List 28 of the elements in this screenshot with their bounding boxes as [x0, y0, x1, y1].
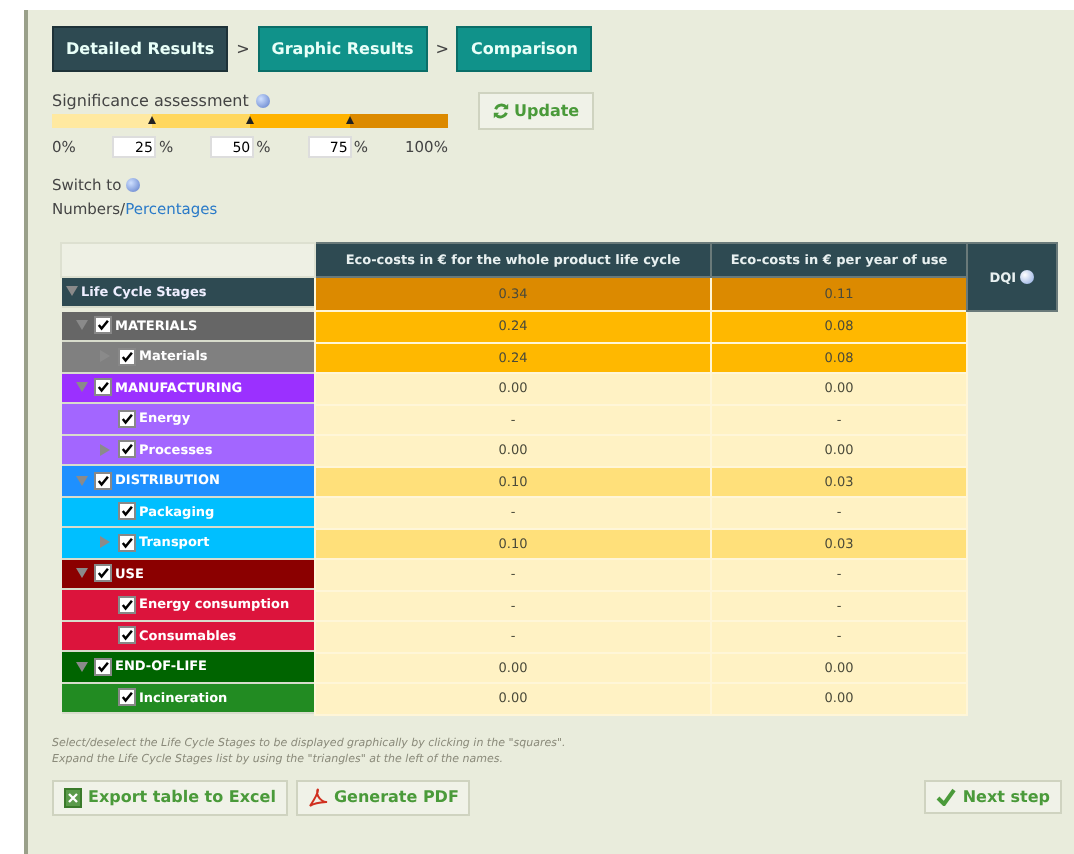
pdf-icon — [307, 787, 328, 807]
significance-title: Significance assessment — [52, 92, 249, 110]
triangle-icon[interactable] — [65, 286, 77, 297]
step-tab[interactable]: Comparison — [456, 26, 592, 72]
checkbox[interactable] — [117, 409, 135, 428]
refresh-icon — [492, 102, 510, 120]
next-step-button[interactable]: Next step — [924, 780, 1062, 814]
checkbox[interactable] — [93, 564, 111, 583]
step-separator: > — [435, 40, 449, 58]
checkbox[interactable] — [117, 502, 135, 521]
step-tab[interactable]: Graphic Results — [257, 26, 428, 72]
checkbox[interactable] — [117, 595, 135, 614]
check-icon — [936, 788, 957, 806]
checkbox[interactable] — [93, 316, 111, 335]
step-tab[interactable]: Detailed Results — [52, 26, 229, 72]
checkbox[interactable] — [93, 378, 111, 397]
export-button[interactable]: Generate PDF — [295, 779, 471, 815]
export-button[interactable]: Export table to Excel — [52, 779, 288, 815]
checkbox[interactable] — [117, 626, 135, 645]
checkbox[interactable] — [117, 688, 135, 707]
update-button[interactable]: Update — [478, 92, 594, 130]
checkbox[interactable] — [117, 440, 135, 459]
spreadsheet-icon — [64, 787, 82, 807]
step-separator: > — [236, 40, 250, 58]
checkbox[interactable] — [93, 657, 111, 676]
checkbox[interactable] — [93, 471, 111, 490]
checkbox[interactable] — [117, 347, 135, 366]
checkbox[interactable] — [117, 533, 135, 552]
